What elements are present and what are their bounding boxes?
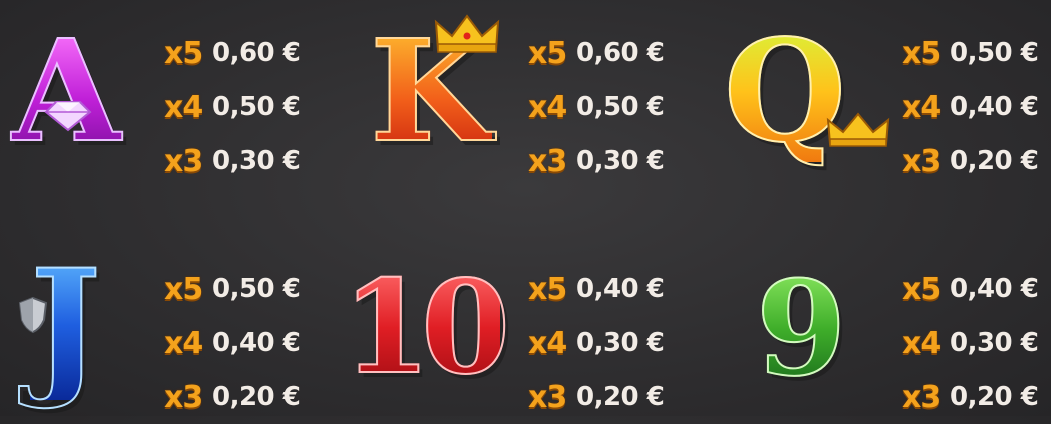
- paytable-row: x5 0,60 €: [528, 26, 698, 80]
- symbol-a-letter: A: [11, 10, 122, 174]
- symbol-j: J J: [6, 249, 156, 412]
- paytable-row: x5 0,50 €: [164, 262, 334, 316]
- paytable-row: x4 0,30 €: [528, 316, 698, 370]
- multiplier: x5: [528, 271, 567, 307]
- payout-value: 0,50 €: [212, 274, 301, 304]
- paytable-row: x4 0,40 €: [164, 316, 334, 370]
- multiplier: x4: [528, 325, 567, 361]
- symbol-10-number: 10: [341, 253, 511, 403]
- symbol-10: 10 10: [340, 262, 520, 412]
- payout-value: 0,20 €: [576, 382, 665, 412]
- multiplier: x4: [164, 89, 203, 125]
- small-crown-icon: [826, 112, 890, 147]
- shield-icon: [18, 296, 48, 334]
- symbol-9-number: 9: [755, 252, 847, 405]
- payout-value: 0,40 €: [950, 274, 1039, 304]
- payout-value: 0,20 €: [950, 382, 1039, 412]
- payout-value: 0,40 €: [950, 92, 1039, 122]
- payout-value: 0,30 €: [576, 146, 665, 176]
- paytable-q: x5 0,50 € x4 0,40 € x3 0,20 €: [902, 26, 1051, 188]
- paytable-screen: { "symbols": [ {"name": "A", "color_top"…: [0, 0, 1051, 416]
- paytable-row: x4 0,40 €: [902, 80, 1051, 134]
- payout-value: 0,30 €: [576, 328, 665, 358]
- multiplier: x5: [902, 271, 941, 307]
- payout-value: 0,60 €: [212, 38, 301, 68]
- multiplier: x3: [164, 143, 203, 179]
- payout-value: 0,20 €: [950, 146, 1039, 176]
- paytable-row: x5 0,50 €: [902, 26, 1051, 80]
- symbol-cell-9: 9 9 x5 0,40 € x4 0,30 € x3 0,20 €: [722, 262, 1051, 415]
- payout-value: 0,50 €: [576, 92, 665, 122]
- payout-value: 0,30 €: [950, 328, 1039, 358]
- payout-value: 0,60 €: [576, 38, 665, 68]
- paytable-10: x5 0,40 € x4 0,30 € x3 0,20 €: [528, 262, 698, 424]
- symbol-cell-q: Q Q x5 0,50 € x4 0,40 € x3 0,20 €: [722, 21, 1051, 179]
- multiplier: x3: [528, 379, 567, 415]
- paytable-9: x5 0,40 € x4 0,30 € x3 0,20 €: [902, 262, 1051, 424]
- symbol-q: Q Q: [722, 21, 902, 171]
- payout-value: 0,20 €: [212, 382, 301, 412]
- multiplier: x3: [902, 143, 941, 179]
- payout-value: 0,50 €: [950, 38, 1039, 68]
- paytable-row: x5 0,40 €: [528, 262, 698, 316]
- multiplier: x3: [164, 379, 203, 415]
- symbol-9: 9 9: [722, 262, 892, 412]
- multiplier: x4: [164, 325, 203, 361]
- payout-value: 0,50 €: [212, 92, 301, 122]
- paytable-row: x5 0,40 €: [902, 262, 1051, 316]
- payout-value: 0,40 €: [576, 274, 665, 304]
- paytable-k: x5 0,60 € x4 0,50 € x3 0,30 €: [528, 26, 698, 188]
- paytable-row: x4 0,50 €: [164, 80, 334, 134]
- symbol-cell-a: A A x50,60 € x40,50 € x30,30 €: [6, 21, 336, 179]
- multiplier: x5: [902, 35, 941, 71]
- paytable-row: x5 0,60 €: [164, 26, 334, 80]
- multiplier: x3: [902, 379, 941, 415]
- symbol-cell-k: K K x50,60 € x40,50 € x30,30 €: [369, 14, 700, 179]
- crown-icon: [434, 14, 500, 53]
- payout-value: 0,40 €: [212, 328, 301, 358]
- paytable-j: x5 0,50 € x4 0,40 € x3 0,20 €: [164, 262, 334, 424]
- multiplier: x3: [528, 143, 567, 179]
- paytable-row: x3 0,30 €: [164, 134, 334, 188]
- paytable-row: x3 0,30 €: [528, 134, 698, 188]
- multiplier: x5: [528, 35, 567, 71]
- multiplier: x4: [902, 325, 941, 361]
- multiplier: x4: [902, 89, 941, 125]
- multiplier: x5: [164, 35, 203, 71]
- paytable-row: x3 0,20 €: [902, 134, 1051, 188]
- symbol-cell-j: J J x5 0,50 € x4 0,40 € x3 0,20 €: [6, 249, 336, 415]
- paytable-row: x4 0,50 €: [528, 80, 698, 134]
- payout-value: 0,30 €: [212, 146, 301, 176]
- gem-icon: [44, 101, 92, 132]
- multiplier: x5: [164, 271, 203, 307]
- symbol-cell-10: 10 10 x5 0,40 € x4 0,30 € x3 0,20 €: [340, 262, 670, 415]
- paytable-row: x4 0,30 €: [902, 316, 1051, 370]
- paytable-a: x5 0,60 € x4 0,50 € x3 0,30 €: [164, 26, 334, 188]
- multiplier: x4: [528, 89, 567, 125]
